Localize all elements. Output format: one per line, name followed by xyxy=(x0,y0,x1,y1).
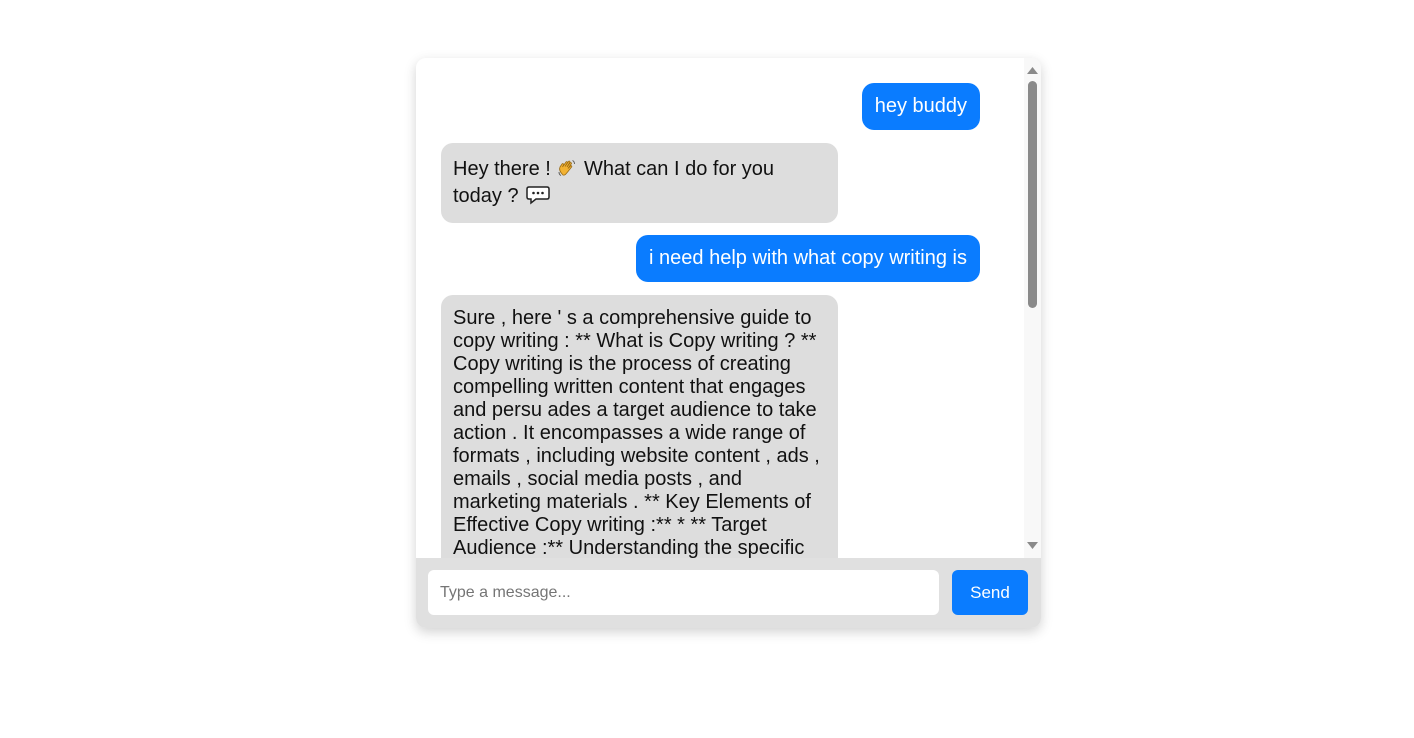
bot-message: Hey there ! What can I do for you today … xyxy=(441,143,838,223)
bot-message: Sure , here ' s a comprehensive guide to… xyxy=(441,295,838,558)
speech-bubble-icon xyxy=(526,186,550,205)
waving-hand-icon xyxy=(558,160,576,176)
user-message: i need help with what copy writing is xyxy=(636,235,980,282)
message-text: Hey there ! xyxy=(453,158,557,180)
scrollbar-thumb[interactable] xyxy=(1028,81,1037,308)
message-text: hey buddy xyxy=(874,95,967,117)
messages-area: hey buddy Hey there ! What can I do for … xyxy=(416,58,1024,558)
messages-scrollbar[interactable] xyxy=(1024,58,1041,558)
message-input[interactable] xyxy=(428,570,939,615)
scroll-down-arrow-icon[interactable] xyxy=(1026,540,1039,552)
user-message: hey buddy xyxy=(861,83,980,130)
send-button[interactable]: Send xyxy=(952,570,1028,615)
scroll-up-arrow-icon[interactable] xyxy=(1026,64,1039,76)
chat-window: hey buddy Hey there ! What can I do for … xyxy=(416,58,1041,628)
message-text: i need help with what copy writing is xyxy=(649,247,967,269)
message-input-bar: Send xyxy=(416,558,1041,628)
message-text: Sure , here ' s a comprehensive guide to… xyxy=(453,307,820,558)
